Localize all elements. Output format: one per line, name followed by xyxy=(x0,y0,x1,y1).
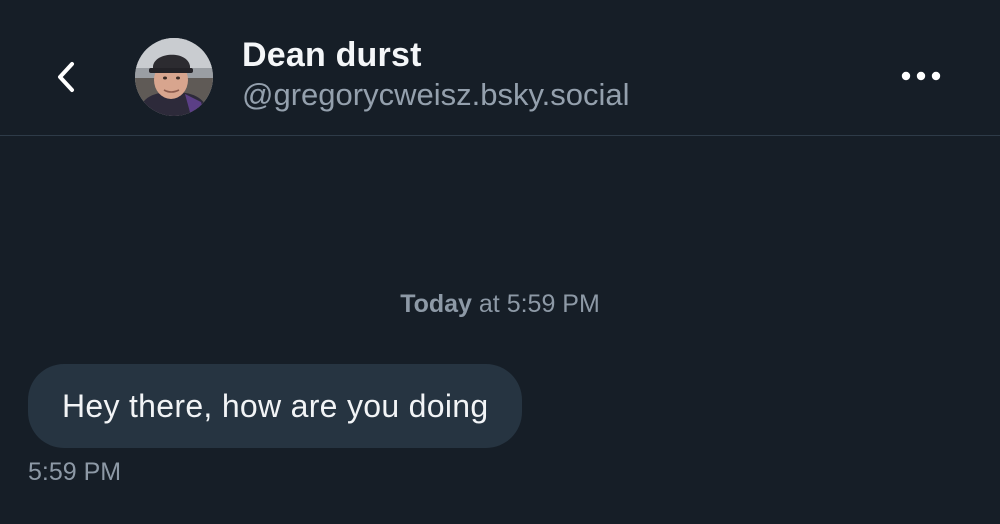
avatar[interactable] xyxy=(135,38,213,116)
date-separator-day: Today xyxy=(400,290,472,318)
display-name: Dean durst xyxy=(242,36,422,74)
message-timestamp: 5:59 PM xyxy=(28,458,122,486)
ellipsis-icon xyxy=(901,71,941,81)
date-separator: Today at 5:59 PM xyxy=(0,290,1000,319)
user-handle: @gregorycweisz.bsky.social xyxy=(242,77,630,112)
user-avatar-icon xyxy=(135,38,213,116)
date-separator-time: at 5:59 PM xyxy=(478,290,600,318)
message-bubble[interactable]: Hey there, how are you doing xyxy=(28,364,523,448)
chevron-left-icon xyxy=(58,62,74,92)
message-text: Hey there, how are you doing xyxy=(62,387,489,424)
more-options-button[interactable] xyxy=(890,56,952,96)
back-button[interactable] xyxy=(44,52,88,102)
conversation-header: Dean durst @gregorycweisz.bsky.social xyxy=(0,0,1000,136)
conversation-title: Dean durst @gregorycweisz.bsky.social xyxy=(242,34,630,114)
